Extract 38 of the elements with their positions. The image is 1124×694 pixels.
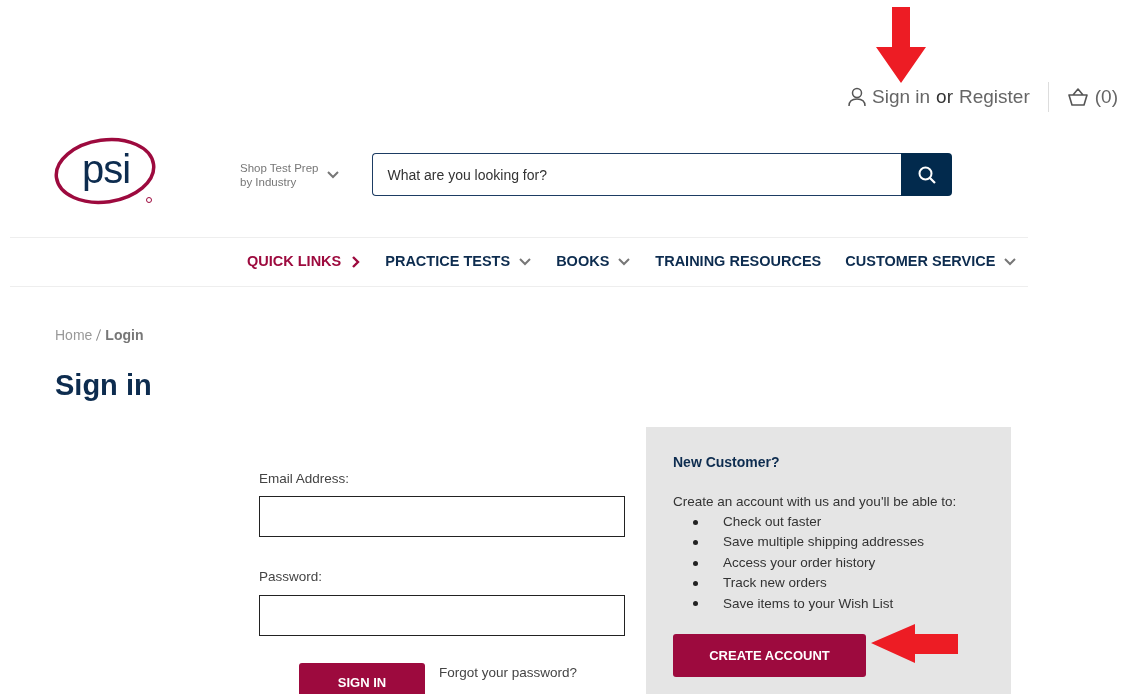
bullet-icon	[693, 560, 698, 566]
benefit-text: Access your order history	[723, 553, 876, 572]
register-link[interactable]: Register	[959, 82, 1030, 112]
benefit-text: Check out faster	[723, 513, 822, 531]
basket-icon	[1066, 88, 1089, 106]
benefit-text: Save multiple shipping addresses	[723, 533, 925, 552]
panel-heading: New Customer?	[673, 453, 781, 472]
page-title: Sign in	[54, 368, 153, 403]
breadcrumb-link[interactable]: Login	[105, 324, 144, 346]
sign-in-link[interactable]: Sign in	[872, 82, 931, 112]
or-text: or	[936, 84, 953, 109]
psi-logo[interactable]: psi	[54, 136, 158, 207]
user-icon	[848, 87, 866, 107]
nav-link[interactable]: TRAINING RESOURCES	[655, 251, 822, 273]
search-icon	[916, 164, 937, 185]
bullet-icon	[693, 580, 698, 586]
field-label: Email Address:	[259, 470, 351, 488]
intro-text: Create an account with us and you'll be able to:	[673, 493, 958, 511]
nav-link[interactable]: BOOKS	[556, 251, 632, 273]
chevron-right-icon	[349, 255, 362, 269]
bullet-icon	[693, 601, 698, 607]
shop-by-industry-menu[interactable]: Shop Test Prep by Industry	[240, 160, 341, 189]
nav-link[interactable]: CUSTOMER SERVICE	[845, 251, 1018, 273]
search-field[interactable]: What are you looking for?	[372, 153, 902, 196]
field-label: Password:	[259, 568, 324, 587]
input-field[interactable]	[259, 496, 625, 538]
benefit-text: Track new orders	[723, 574, 827, 593]
nav-link[interactable]: PRACTICE TESTS	[385, 251, 533, 273]
cart-link[interactable]: (0)	[1066, 82, 1118, 112]
bullet-icon	[693, 540, 698, 546]
benefit-text: Save items to your Wish List	[723, 594, 894, 613]
forgot-password-link[interactable]: Forgot your password?	[439, 662, 578, 683]
input-field[interactable]	[259, 594, 625, 636]
sign-in-button[interactable]: SIGN IN	[299, 662, 425, 694]
bullet-icon	[693, 519, 698, 525]
search-button[interactable]	[901, 153, 953, 196]
nav-link[interactable]: QUICK LINKS	[247, 251, 362, 273]
create-account-button[interactable]: CREATE ACCOUNT	[673, 634, 866, 678]
